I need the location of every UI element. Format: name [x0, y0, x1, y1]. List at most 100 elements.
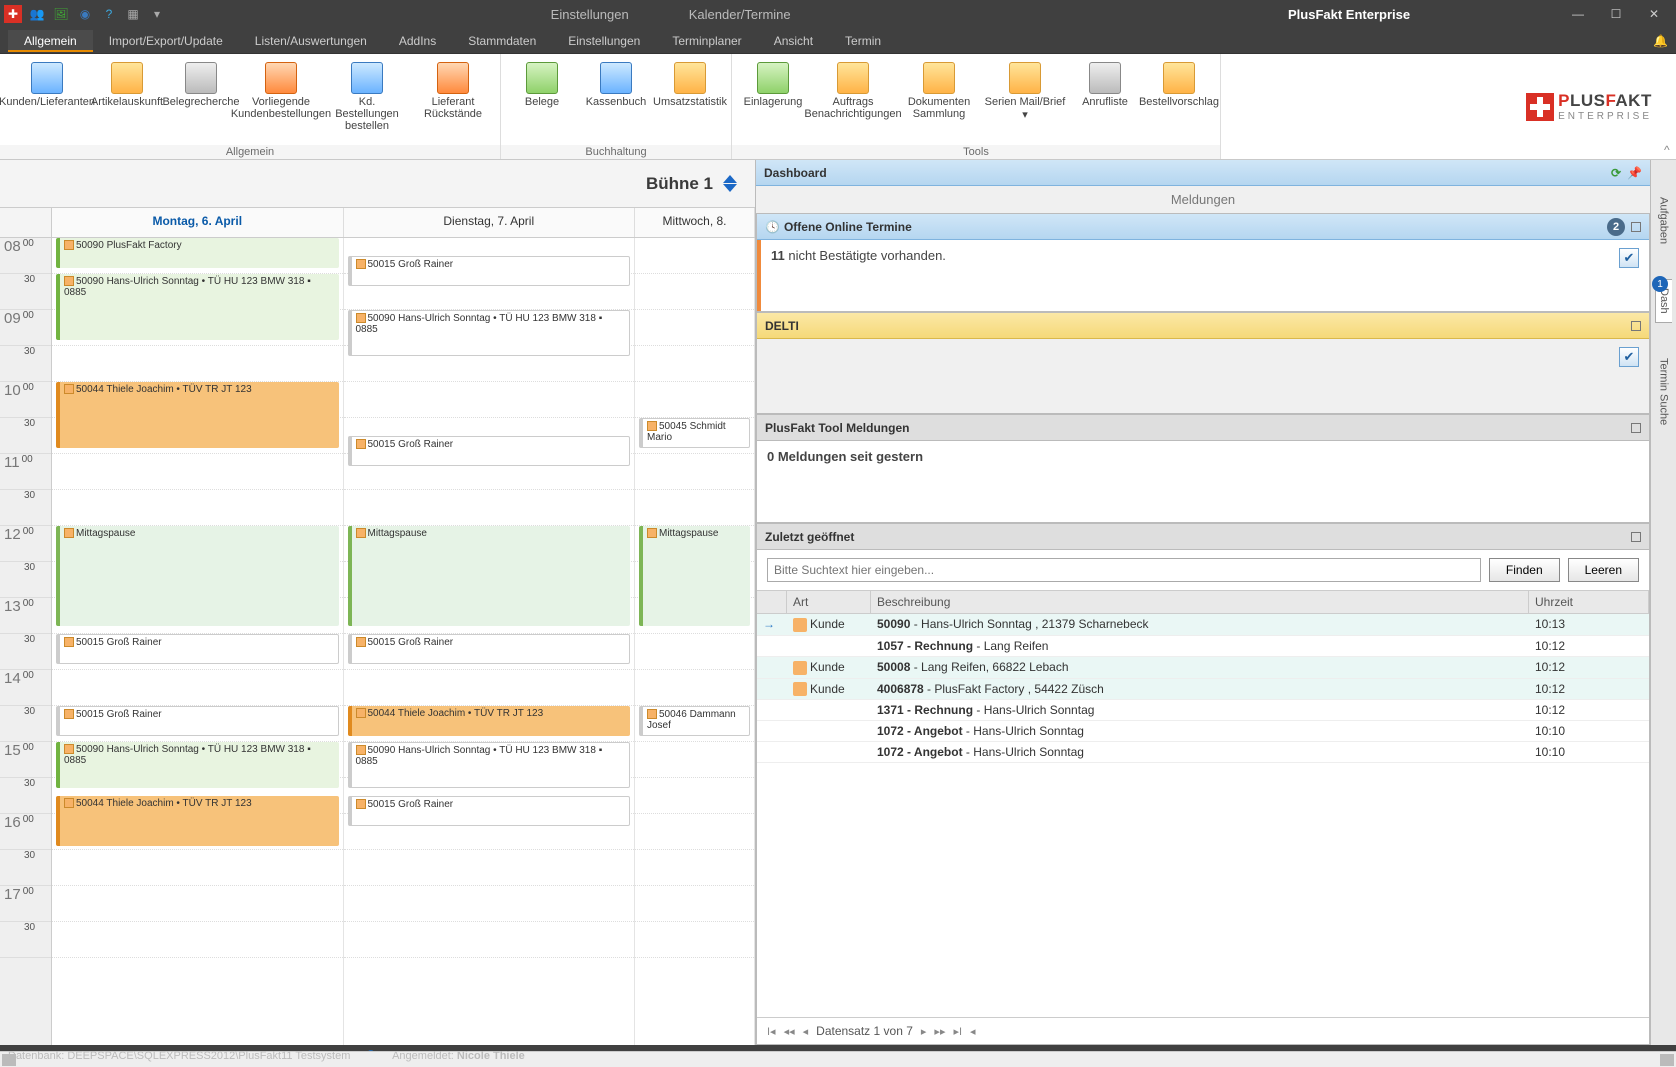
- ribbon-umsatzstatistik[interactable]: Umsatzstatistik: [653, 58, 727, 145]
- side-tab-dash[interactable]: Dash1: [1655, 279, 1672, 323]
- ribbon-dokumenten-sammlung[interactable]: Dokumenten Sammlung: [896, 58, 982, 145]
- calendar-day-tue[interactable]: Dienstag, 7. April: [344, 208, 636, 237]
- appointment[interactable]: 50044 Thiele Joachim • TÜV TR JT 123: [348, 706, 631, 736]
- ribbon-belege[interactable]: Belege: [505, 58, 579, 145]
- calendar-nav-arrows[interactable]: [723, 175, 737, 192]
- zuletzt-header[interactable]: Zuletzt geöffnet: [757, 524, 1649, 550]
- ribbon-kunden-lieferanten[interactable]: Kunden/Lieferanten: [4, 58, 90, 145]
- calendar-column-mon[interactable]: 50090 PlusFakt Factory 50090 Hans-Ulrich …: [52, 238, 344, 1045]
- calendar-column-tue[interactable]: 50015 Groß Rainer 50090 Hans-Ulrich Sonnt…: [344, 238, 636, 1045]
- appointment[interactable]: 50090 Hans-Ulrich Sonntag • TÜ HU 123 BM…: [348, 310, 631, 356]
- offene-task-icon[interactable]: ✔: [1619, 248, 1639, 268]
- calendar-body[interactable]: 0800300900301000301100301200301300301400…: [0, 238, 755, 1045]
- tool-header[interactable]: PlusFakt Tool Meldungen: [757, 415, 1649, 441]
- qat-photo-icon[interactable]: 🖼: [52, 5, 70, 23]
- delti-header[interactable]: DELTI: [757, 313, 1649, 339]
- scroll-right-icon[interactable]: [1660, 1054, 1674, 1066]
- table-row[interactable]: →Kunde50090 - Hans-Ulrich Sonntag , 2137…: [757, 614, 1649, 636]
- ribbon-serien-mail-brief-[interactable]: Serien Mail/Brief ▾: [982, 58, 1068, 145]
- qat-calendar-icon[interactable]: ▦: [124, 5, 142, 23]
- appointment[interactable]: Mittagspause: [639, 526, 750, 626]
- pager-last-icon[interactable]: ▸I: [953, 1025, 962, 1038]
- appointment[interactable]: 50015 Groß Rainer: [348, 256, 631, 286]
- calendar-day-wed[interactable]: Mittwoch, 8.: [635, 208, 755, 237]
- appointment[interactable]: 50044 Thiele Joachim • TÜV TR JT 123: [56, 382, 339, 448]
- appointment[interactable]: 50046 Dammann Josef: [639, 706, 750, 736]
- table-row[interactable]: 1072 - Angebot - Hans-Ulrich Sonntag10:1…: [757, 721, 1649, 742]
- menu-tab-listen-auswertungen[interactable]: Listen/Auswertungen: [239, 30, 383, 52]
- appointment[interactable]: 50045 Schmidt Mario: [639, 418, 750, 448]
- side-tab-termin-suche[interactable]: Termin Suche: [1655, 349, 1673, 434]
- refresh-icon[interactable]: ⟳: [1611, 166, 1621, 180]
- menu-tab-import-export-update[interactable]: Import/Export/Update: [93, 30, 239, 52]
- appointment[interactable]: 50090 Hans-Ulrich Sonntag • TÜ HU 123 BM…: [348, 742, 631, 788]
- pager-stop-icon[interactable]: ◂: [970, 1025, 976, 1038]
- pager-nextpage-icon[interactable]: ▸▸: [934, 1025, 945, 1038]
- appointment[interactable]: 50090 Hans-Ulrich Sonntag • TÜ HU 123 BM…: [56, 742, 339, 788]
- menu-tab-einstellungen[interactable]: Einstellungen: [552, 30, 656, 52]
- menu-tab-ansicht[interactable]: Ansicht: [758, 30, 829, 52]
- delti-task-icon[interactable]: ✔: [1619, 347, 1639, 367]
- clear-button[interactable]: Leeren: [1568, 558, 1639, 582]
- ribbon-bestellvorschlag[interactable]: Bestellvorschlag: [1142, 58, 1216, 145]
- delti-maximize-icon[interactable]: [1631, 321, 1641, 331]
- pager-prevpage-icon[interactable]: ◂◂: [784, 1025, 795, 1038]
- appointment[interactable]: 50015 Groß Rainer: [348, 796, 631, 826]
- ribbon-artikelauskunft[interactable]: Artikelauskunft: [90, 58, 164, 145]
- appointment[interactable]: 50015 Groß Rainer: [348, 436, 631, 466]
- qat-help-icon[interactable]: ?: [100, 5, 118, 23]
- calendar-day-mon[interactable]: Montag, 6. April: [52, 208, 344, 237]
- appointment[interactable]: 50015 Groß Rainer: [348, 634, 631, 664]
- appointment[interactable]: 50090 PlusFakt Factory: [56, 238, 339, 268]
- appointment[interactable]: Mittagspause: [56, 526, 339, 626]
- table-row[interactable]: 1371 - Rechnung - Hans-Ulrich Sonntag10:…: [757, 700, 1649, 721]
- pager-next-icon[interactable]: ▸: [921, 1025, 927, 1038]
- offene-header[interactable]: 🕓 Offene Online Termine 2: [757, 214, 1649, 240]
- side-tab-aufgaben[interactable]: Aufgaben: [1655, 188, 1673, 253]
- pager-prev-icon[interactable]: ◂: [803, 1025, 809, 1038]
- offene-maximize-icon[interactable]: [1631, 222, 1641, 232]
- ribbon-kd-bestellungen-bestellen[interactable]: Kd. Bestellungen bestellen: [324, 58, 410, 145]
- zuletzt-maximize-icon[interactable]: [1631, 532, 1641, 542]
- table-row[interactable]: Kunde50008 - Lang Reifen, 66822 Lebach10…: [757, 657, 1649, 679]
- menu-tab-terminplaner[interactable]: Terminplaner: [656, 30, 757, 52]
- search-input[interactable]: [767, 558, 1481, 582]
- col-time[interactable]: Uhrzeit: [1529, 591, 1649, 613]
- ribbon-kassenbuch[interactable]: Kassenbuch: [579, 58, 653, 145]
- pin-icon[interactable]: 📌: [1627, 166, 1642, 180]
- ribbon-anrufliste[interactable]: Anrufliste: [1068, 58, 1142, 145]
- calendar-column-wed[interactable]: 50045 Schmidt Mario Mittagspause 50046 Dam…: [635, 238, 755, 1045]
- contextual-tab-calendar[interactable]: Kalender/Termine: [689, 7, 791, 22]
- appointment[interactable]: 50090 Hans-Ulrich Sonntag • TÜ HU 123 BM…: [56, 274, 339, 340]
- find-button[interactable]: Finden: [1489, 558, 1560, 582]
- col-art[interactable]: Art: [787, 591, 871, 613]
- maximize-button[interactable]: ☐: [1598, 2, 1634, 26]
- minimize-button[interactable]: —: [1560, 2, 1596, 26]
- col-sel[interactable]: [757, 591, 787, 613]
- appointment[interactable]: Mittagspause: [348, 526, 631, 626]
- menu-tab-allgemein[interactable]: Allgemein: [8, 30, 93, 52]
- pager-first-icon[interactable]: I◂: [767, 1025, 776, 1038]
- menu-tab-termin[interactable]: Termin: [829, 30, 897, 52]
- table-row[interactable]: 1057 - Rechnung - Lang Reifen10:12: [757, 636, 1649, 657]
- close-button[interactable]: ✕: [1636, 2, 1672, 26]
- contextual-tab-settings[interactable]: Einstellungen: [551, 7, 629, 22]
- col-besch[interactable]: Beschreibung: [871, 591, 1529, 613]
- tool-maximize-icon[interactable]: [1631, 423, 1641, 433]
- ribbon-vorliegende-kundenbestellungen[interactable]: Vorliegende Kundenbestellungen: [238, 58, 324, 145]
- qat-dropdown-icon[interactable]: ▾: [148, 5, 166, 23]
- table-row[interactable]: Kunde4006878 - PlusFakt Factory , 54422 …: [757, 679, 1649, 701]
- menu-tab-stammdaten[interactable]: Stammdaten: [452, 30, 552, 52]
- appointment[interactable]: 50044 Thiele Joachim • TÜV TR JT 123: [56, 796, 339, 846]
- ribbon-einlagerung[interactable]: Einlagerung: [736, 58, 810, 145]
- ribbon-auftrags-benachrichtigungen[interactable]: Auftrags Benachrichtigungen: [810, 58, 896, 145]
- menu-tab-addins[interactable]: AddIns: [383, 30, 452, 52]
- qat-tire-icon[interactable]: ◉: [76, 5, 94, 23]
- table-row[interactable]: 1072 - Angebot - Hans-Ulrich Sonntag10:1…: [757, 742, 1649, 763]
- ribbon-belegrecherche[interactable]: Belegrecherche: [164, 58, 238, 145]
- appointment[interactable]: 50015 Groß Rainer: [56, 634, 339, 664]
- appointment[interactable]: 50015 Groß Rainer: [56, 706, 339, 736]
- calendar-grid[interactable]: 50090 PlusFakt Factory 50090 Hans-Ulrich …: [52, 238, 755, 1045]
- ribbon-collapse-icon[interactable]: ^: [1662, 54, 1676, 159]
- notification-bell-icon[interactable]: 🔔: [1653, 34, 1668, 48]
